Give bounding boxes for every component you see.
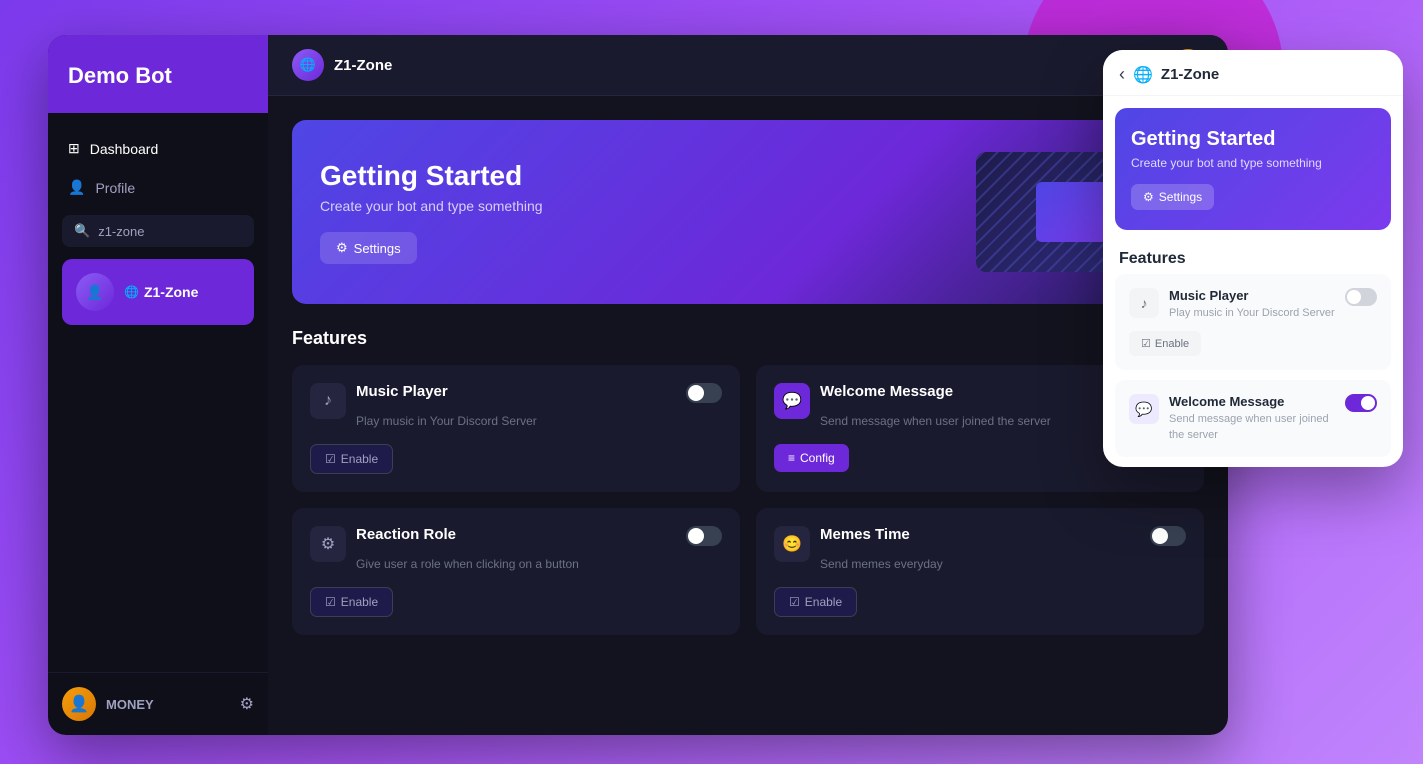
sidebar-logo: Demo Bot [48, 35, 268, 113]
sidebar-search: 🔍 [62, 215, 254, 247]
feature-card-reaction-role: ⚙ Reaction Role Give user a role when cl… [292, 508, 740, 635]
mobile-gear-icon: ⚙ [1143, 190, 1154, 204]
sidebar-server-card[interactable]: 👤 🌐 Z1-Zone [62, 259, 254, 325]
memes-time-icon: 😊 [774, 526, 810, 562]
content-area: Getting Started Create your bot and type… [268, 96, 1228, 735]
reaction-role-title: Reaction Role [356, 526, 456, 543]
music-player-toggle[interactable] [686, 383, 722, 403]
mobile-globe-icon: 🌐 [1133, 65, 1153, 85]
server-avatar-icon: 👤 [86, 284, 103, 301]
sidebar-label-profile: Profile [95, 180, 135, 196]
app-container: Demo Bot ⊞ Dashboard 👤 Profile 🔍 👤 🌐 [48, 35, 1228, 735]
mobile-banner: Getting Started Create your bot and type… [1115, 108, 1391, 230]
mobile-music-desc: Play music in Your Discord Server [1169, 306, 1335, 321]
mobile-checkbox-icon: ☑ [1141, 337, 1151, 350]
mobile-back-button[interactable]: ‹ [1119, 64, 1125, 85]
mobile-welcome-toggle[interactable] [1345, 394, 1377, 412]
user-avatar: 👤 [62, 687, 96, 721]
mobile-welcome-desc: Send message when user joined the server [1169, 412, 1335, 443]
checkbox-icon-2: ☑ [325, 595, 336, 609]
mobile-music-enable-button[interactable]: ☑ Enable [1129, 331, 1201, 356]
mobile-preview-panel: ‹ 🌐 Z1-Zone Getting Started Create your … [1103, 50, 1403, 467]
search-input[interactable] [98, 224, 242, 239]
mobile-music-toggle[interactable] [1345, 288, 1377, 306]
memes-time-toggle[interactable] [1150, 526, 1186, 546]
mobile-music-title: Music Player [1169, 288, 1335, 303]
reaction-role-desc: Give user a role when clicking on a butt… [356, 555, 722, 573]
main-content: 🌐 Z1-Zone ☀ 👤 Getting Started Create you… [268, 35, 1228, 735]
user-name: MONEY [106, 697, 230, 712]
reaction-role-icon: ⚙ [310, 526, 346, 562]
mobile-welcome-icon: 💬 [1129, 394, 1159, 424]
sidebar-label-dashboard: Dashboard [90, 141, 159, 157]
list-icon: ≡ [788, 451, 795, 465]
welcome-message-icon: 💬 [774, 383, 810, 419]
topbar: 🌐 Z1-Zone ☀ 👤 [268, 35, 1228, 96]
app-title: Demo Bot [68, 63, 172, 88]
sidebar-nav: ⊞ Dashboard 👤 Profile 🔍 👤 🌐 Z1-Zone [48, 113, 268, 672]
topbar-server-icon: 🌐 [292, 49, 324, 81]
profile-icon: 👤 [68, 179, 85, 196]
checkbox-icon-3: ☑ [789, 595, 800, 609]
reaction-role-enable-button[interactable]: ☑ Enable [310, 587, 393, 617]
settings-icon[interactable]: ⚙ [240, 694, 254, 714]
mobile-topbar: ‹ 🌐 Z1-Zone [1103, 50, 1403, 96]
checkbox-icon: ☑ [325, 452, 336, 466]
mobile-banner-subtitle: Create your bot and type something [1131, 156, 1375, 170]
banner-settings-button[interactable]: ⚙ Settings [320, 232, 417, 264]
music-player-enable-button[interactable]: ☑ Enable [310, 444, 393, 474]
mobile-settings-button[interactable]: ⚙ Settings [1131, 184, 1214, 210]
mobile-feature-card-welcome: 💬 Welcome Message Send message when user… [1115, 380, 1391, 457]
welcome-message-title: Welcome Message [820, 383, 953, 400]
mobile-section-title: Features [1103, 242, 1403, 274]
sidebar-item-profile[interactable]: 👤 Profile [48, 168, 268, 207]
getting-started-banner: Getting Started Create your bot and type… [292, 120, 1204, 304]
mobile-feature-card-music: ♪ Music Player Play music in Your Discor… [1115, 274, 1391, 370]
sidebar-item-dashboard[interactable]: ⊞ Dashboard [48, 129, 268, 168]
memes-time-title: Memes Time [820, 526, 910, 543]
feature-card-memes-time: 😊 Memes Time Send memes everyday ☑ [756, 508, 1204, 635]
memes-time-desc: Send memes everyday [820, 555, 1186, 573]
mobile-banner-title: Getting Started [1131, 128, 1375, 151]
features-grid: ♪ Music Player Play music in Your Discor… [292, 365, 1204, 635]
gear-icon: ⚙ [336, 240, 348, 256]
search-icon: 🔍 [74, 223, 90, 239]
banner-title: Getting Started [320, 160, 543, 192]
mobile-music-icon: ♪ [1129, 288, 1159, 318]
music-player-title: Music Player [356, 383, 448, 400]
sidebar: Demo Bot ⊞ Dashboard 👤 Profile 🔍 👤 🌐 [48, 35, 268, 735]
sidebar-bottom: 👤 MONEY ⚙ [48, 672, 268, 735]
server-avatar: 👤 [76, 273, 114, 311]
banner-content: Getting Started Create your bot and type… [320, 160, 543, 264]
memes-time-enable-button[interactable]: ☑ Enable [774, 587, 857, 617]
globe-icon: 🌐 [300, 57, 316, 73]
feature-card-music-player: ♪ Music Player Play music in Your Discor… [292, 365, 740, 492]
reaction-role-toggle[interactable] [686, 526, 722, 546]
topbar-server-name: Z1-Zone [334, 57, 392, 74]
topbar-left: 🌐 Z1-Zone [292, 49, 392, 81]
welcome-message-config-button[interactable]: ≡ Config [774, 444, 849, 472]
banner-subtitle: Create your bot and type something [320, 198, 543, 214]
server-name: 🌐 Z1-Zone [124, 284, 198, 300]
user-avatar-icon: 👤 [69, 694, 89, 714]
music-player-icon: ♪ [310, 383, 346, 419]
mobile-server-name: Z1-Zone [1161, 66, 1219, 83]
features-section-title: Features [292, 328, 1204, 349]
music-player-desc: Play music in Your Discord Server [356, 412, 722, 430]
dashboard-icon: ⊞ [68, 140, 80, 157]
mobile-welcome-title: Welcome Message [1169, 394, 1335, 409]
